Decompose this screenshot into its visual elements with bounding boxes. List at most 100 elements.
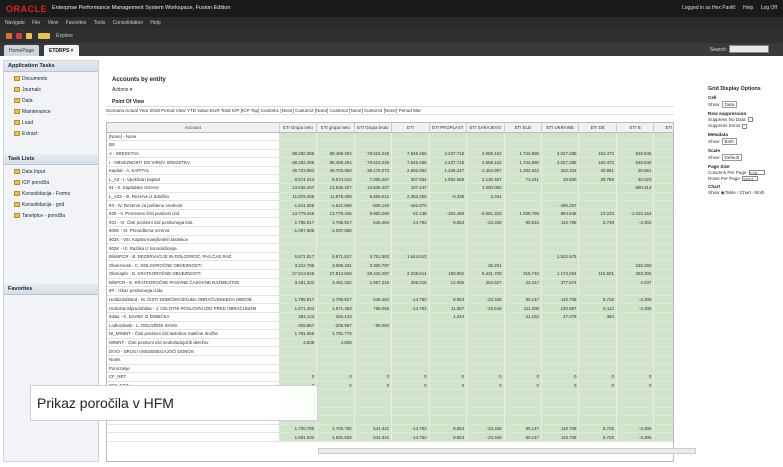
data-cell[interactable]: 1.700.780 xyxy=(316,424,355,434)
data-cell[interactable]: 4.559.152 xyxy=(466,157,505,167)
data-cell[interactable] xyxy=(578,398,617,408)
data-cell[interactable]: -4.306 xyxy=(616,432,655,442)
data-cell[interactable] xyxy=(391,389,430,399)
data-cell[interactable]: 284.143 xyxy=(316,312,355,322)
data-cell[interactable]: 0 xyxy=(354,372,393,382)
table-row[interactable]: 930 - V. Preneseni čisti poslovni izid 13… xyxy=(107,209,673,219)
data-cell[interactable]: 8.574.014 xyxy=(279,174,318,185)
data-cell[interactable]: -304.469 xyxy=(429,209,468,219)
data-cell[interactable] xyxy=(653,252,673,262)
data-cell[interactable] xyxy=(578,200,617,210)
data-cell[interactable] xyxy=(541,364,580,374)
data-cell[interactable] xyxy=(316,286,355,296)
data-cell[interactable] xyxy=(616,252,655,262)
data-cell[interactable]: 0 xyxy=(578,381,617,391)
data-cell[interactable] xyxy=(279,140,318,150)
cols-per-page-input[interactable]: 128 xyxy=(748,169,765,176)
data-cell[interactable]: -1.023.164 xyxy=(616,209,655,219)
data-cell[interactable] xyxy=(429,286,468,296)
app-task-item[interactable]: Journals xyxy=(4,85,98,96)
data-cell[interactable] xyxy=(391,355,430,365)
data-cell[interactable] xyxy=(466,252,505,262)
table-row[interactable]: CF_NET000000000000 xyxy=(107,372,673,382)
data-cell[interactable] xyxy=(466,140,505,150)
data-cell[interactable]: 0 xyxy=(466,372,505,382)
table-row[interactable]: Notes xyxy=(107,355,673,365)
data-cell[interactable]: 1.795.917 xyxy=(316,295,355,305)
data-cell[interactable] xyxy=(316,140,355,150)
menu-navigate[interactable]: Navigate xyxy=(5,20,25,26)
data-cell[interactable]: 1.038.786 xyxy=(504,209,543,219)
data-cell[interactable] xyxy=(466,243,505,253)
data-cell[interactable] xyxy=(616,312,655,322)
data-cell[interactable] xyxy=(354,329,393,339)
data-cell[interactable]: 23.417 xyxy=(504,278,543,288)
data-cell[interactable]: 11.567 xyxy=(429,303,468,313)
data-cell[interactable] xyxy=(391,226,430,236)
data-cell[interactable]: 2.363.255 xyxy=(391,192,430,202)
data-cell[interactable]: -505.140 xyxy=(354,200,393,210)
data-cell[interactable] xyxy=(429,226,468,236)
data-cell[interactable]: 0 xyxy=(429,372,468,382)
data-cell[interactable] xyxy=(429,200,468,210)
data-cell[interactable] xyxy=(578,260,617,270)
data-cell[interactable] xyxy=(429,243,468,253)
table-row[interactable]: Obveznosti - C. DOLGOROČNE OBVEZNOSTI 3.3… xyxy=(107,260,673,270)
horizontal-scrollbar[interactable] xyxy=(318,448,696,454)
data-cell[interactable]: 3.481.332 xyxy=(279,278,318,288)
table-row[interactable]: 93 - IV. Rezerve za poštteno vrednost -1.… xyxy=(107,200,673,210)
data-cell[interactable] xyxy=(578,183,617,193)
table-row[interactable]: 902K - VIII. Kapital manjšinskih lastnik… xyxy=(107,235,673,245)
data-cell[interactable]: 284.143 xyxy=(279,312,318,322)
table-row[interactable]: L_A2 - I. Vpoklican kapital 8.574.014 8.57… xyxy=(107,174,673,185)
data-cell[interactable]: 1.744.880 xyxy=(504,157,543,167)
table-row[interactable]: Obvnapkr - D. KRATKOROČNE OBVEZNOSTI 27.8… xyxy=(107,269,673,279)
data-cell[interactable] xyxy=(466,338,505,348)
data-cell[interactable] xyxy=(279,364,318,374)
data-cell[interactable] xyxy=(504,407,543,417)
data-cell[interactable] xyxy=(616,407,655,417)
data-cell[interactable] xyxy=(578,346,617,356)
data-cell[interactable]: 180.962 xyxy=(429,269,468,279)
data-cell[interactable]: 646.484 xyxy=(354,217,393,228)
data-cell[interactable] xyxy=(653,415,673,425)
data-cell[interactable]: 0 xyxy=(541,381,580,391)
data-cell[interactable] xyxy=(316,389,355,399)
data-cell[interactable] xyxy=(279,235,318,245)
data-cell[interactable]: -23.348 xyxy=(466,432,505,442)
data-cell[interactable]: 88.489.294 xyxy=(316,157,355,167)
table-row[interactable]: A - SREDSTVA 88.260.396 88.489.294 78.515.2… xyxy=(107,149,673,159)
data-cell[interactable]: 71.241 xyxy=(504,174,543,185)
data-cell[interactable] xyxy=(279,286,318,296)
data-cell[interactable]: 1.791.775 xyxy=(316,329,355,339)
data-cell[interactable]: 78.515.245 xyxy=(354,149,393,159)
data-cell[interactable]: 90.147 xyxy=(504,432,543,442)
data-cell[interactable]: 2.136.467 xyxy=(466,174,505,185)
data-cell[interactable] xyxy=(354,338,393,348)
data-cell[interactable] xyxy=(391,407,430,417)
data-cell[interactable] xyxy=(653,389,673,399)
menu-consolidation[interactable]: Consolidation xyxy=(113,20,143,26)
data-cell[interactable] xyxy=(578,235,617,245)
data-cell[interactable] xyxy=(616,346,655,356)
data-cell[interactable] xyxy=(466,226,505,236)
account-column-header[interactable]: Account xyxy=(107,123,280,133)
data-cell[interactable] xyxy=(429,398,468,408)
data-cell[interactable] xyxy=(316,398,355,408)
data-cell[interactable]: 13.636.407 xyxy=(316,183,355,193)
data-cell[interactable] xyxy=(504,364,543,374)
data-cell[interactable]: -1.641.668 xyxy=(316,200,355,210)
data-cell[interactable] xyxy=(541,389,580,399)
table-row[interactable]: Lodlozdavki - L. ODLOŽENI DAVKI -206.967-… xyxy=(107,321,673,331)
data-cell[interactable] xyxy=(541,398,580,408)
data-cell[interactable]: 11.878.408 xyxy=(316,192,355,202)
column-header[interactable]: ETI Grupa neto xyxy=(279,123,318,133)
data-cell[interactable]: -23.348 xyxy=(466,424,505,434)
data-cell[interactable] xyxy=(578,286,617,296)
data-cell[interactable]: 110.708 xyxy=(541,432,580,442)
data-cell[interactable] xyxy=(466,346,505,356)
data-cell[interactable]: 8.656.012 xyxy=(354,192,393,202)
table-row[interactable]: 91 - II. Kapitalske rezerve 13.636.407 13.… xyxy=(107,183,673,193)
table-row[interactable]: Izidizdrposlpredobdav - J. CELOTNI POSLO… xyxy=(107,303,673,313)
data-cell[interactable]: 4.037 xyxy=(616,278,655,288)
